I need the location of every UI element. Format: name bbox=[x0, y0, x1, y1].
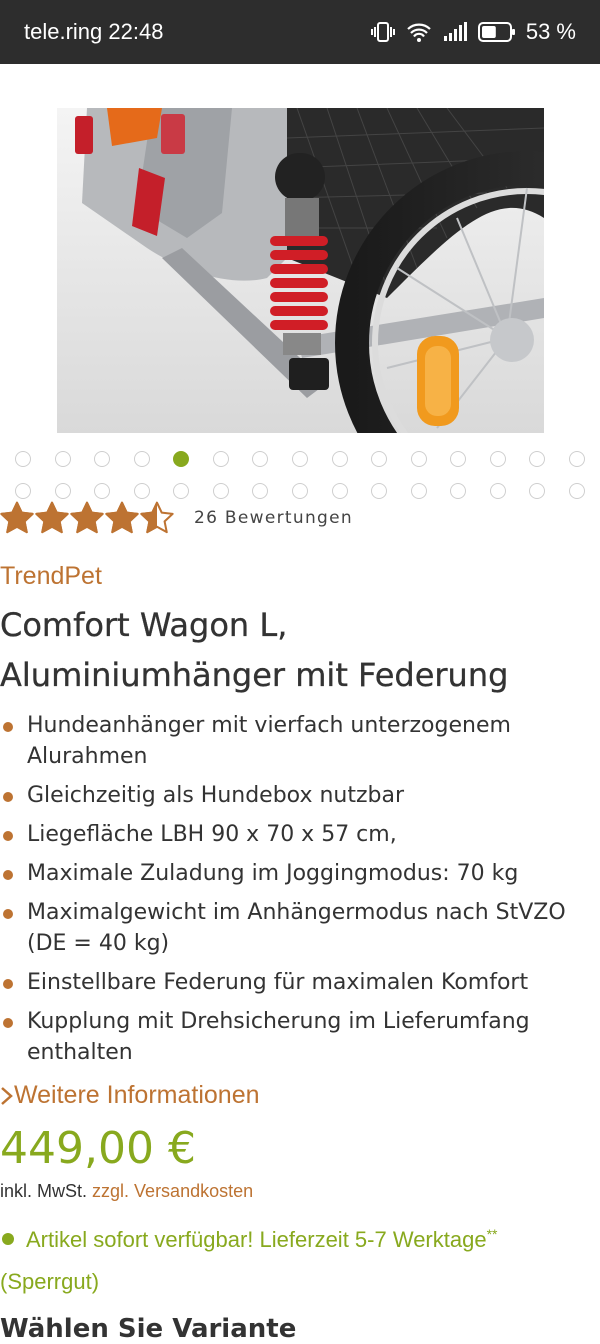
star-rating bbox=[0, 501, 174, 535]
gallery-dot[interactable] bbox=[331, 451, 348, 467]
gallery-dot[interactable] bbox=[54, 451, 71, 467]
gallery-dot[interactable] bbox=[489, 451, 506, 467]
wifi-icon bbox=[406, 21, 432, 43]
star-full-icon bbox=[0, 501, 34, 534]
gallery-dot[interactable] bbox=[529, 483, 546, 499]
bullet-icon bbox=[3, 909, 13, 919]
bullet-icon bbox=[3, 831, 13, 841]
gallery-dot[interactable] bbox=[371, 483, 388, 499]
availability-info: Artikel sofort verfügbar! Lieferzeit 5-7… bbox=[0, 1213, 600, 1303]
feature-text: Maximale Zuladung im Joggingmodus: 70 kg bbox=[27, 861, 519, 886]
gallery-dot[interactable] bbox=[133, 451, 150, 467]
feature-item: Maximale Zuladung im Joggingmodus: 70 kg bbox=[0, 858, 600, 889]
gallery-dot[interactable] bbox=[252, 451, 269, 467]
gallery-dot[interactable] bbox=[410, 451, 427, 467]
star-half-icon bbox=[140, 501, 174, 534]
shipping-costs-link[interactable]: zzgl. Versandkosten bbox=[92, 1181, 253, 1201]
gallery-dot[interactable] bbox=[133, 483, 150, 499]
gallery-dot[interactable] bbox=[212, 483, 229, 499]
signal-icon bbox=[442, 21, 468, 43]
gallery-dot[interactable] bbox=[331, 483, 348, 499]
gallery-dot[interactable] bbox=[568, 451, 585, 467]
battery-percent: 53 % bbox=[525, 19, 576, 44]
rating-summary[interactable]: 26 Bewertungen bbox=[0, 500, 353, 536]
feature-list: Hundeanhänger mit vierfach unterzogenem … bbox=[0, 710, 600, 1076]
gallery-dot[interactable] bbox=[450, 483, 467, 499]
bullet-icon bbox=[3, 979, 13, 989]
availability-footnote-mark: ** bbox=[486, 1226, 498, 1242]
star-full-icon bbox=[35, 501, 69, 534]
product-image[interactable] bbox=[57, 108, 544, 433]
chevron-right-icon bbox=[0, 1085, 14, 1107]
gallery-dot[interactable] bbox=[450, 451, 467, 467]
feature-text: Einstellbare Federung für maximalen Komf… bbox=[27, 970, 529, 995]
feature-item: Gleichzeitig als Hundebox nutzbar bbox=[0, 780, 600, 811]
gallery-dot[interactable] bbox=[252, 483, 269, 499]
gallery-dot[interactable] bbox=[212, 451, 229, 467]
availability-note: (Sperrgut) bbox=[0, 1269, 100, 1294]
star-full-icon bbox=[70, 501, 104, 534]
gallery-dot-active[interactable] bbox=[173, 451, 190, 467]
availability-dot-icon bbox=[2, 1233, 14, 1245]
feature-item: Liegefläche LBH 90 x 70 x 57 cm, bbox=[0, 819, 600, 850]
status-icons: 53 % bbox=[370, 19, 576, 45]
availability-text: Artikel sofort verfügbar! Lieferzeit 5-7… bbox=[26, 1227, 487, 1252]
bullet-icon bbox=[3, 870, 13, 880]
gallery-dot[interactable] bbox=[15, 451, 31, 467]
feature-text: Gleichzeitig als Hundebox nutzbar bbox=[27, 783, 405, 808]
feature-item: Kupplung mit Drehsicherung im Lieferumfa… bbox=[0, 1006, 600, 1068]
gallery-dot[interactable] bbox=[291, 451, 308, 467]
product-title-line-2: Aluminiumhänger mit Federung bbox=[0, 656, 509, 694]
product-price: 449,00 € bbox=[0, 1123, 196, 1174]
gallery-dot[interactable] bbox=[410, 483, 427, 499]
feature-item: Maximalgewicht im Anhängermodus nach StV… bbox=[0, 897, 600, 959]
gallery-dot[interactable] bbox=[291, 483, 308, 499]
brand-link[interactable]: TrendPet bbox=[0, 562, 102, 591]
gallery-dot[interactable] bbox=[15, 483, 31, 499]
product-title: Comfort Wagon L, Aluminiumhänger mit Fed… bbox=[0, 600, 590, 700]
vibrate-icon bbox=[370, 21, 396, 43]
feature-item: Einstellbare Federung für maximalen Komf… bbox=[0, 967, 600, 998]
gallery-dot[interactable] bbox=[529, 451, 546, 467]
more-info-label: Weitere Informationen bbox=[14, 1081, 260, 1109]
carrier-time: tele.ring 22:48 bbox=[24, 19, 164, 44]
gallery-dot[interactable] bbox=[94, 451, 111, 467]
gallery-dots-row-2 bbox=[15, 483, 585, 499]
gallery-dot[interactable] bbox=[568, 483, 585, 499]
bullet-icon bbox=[3, 792, 13, 802]
bullet-icon bbox=[3, 722, 13, 732]
feature-item: Hundeanhänger mit vierfach unterzogenem … bbox=[0, 710, 600, 772]
feature-text: Hundeanhänger mit vierfach unterzogenem … bbox=[27, 713, 511, 769]
product-title-line-1: Comfort Wagon L, bbox=[0, 606, 288, 644]
feature-text: Kupplung mit Drehsicherung im Lieferumfa… bbox=[27, 1009, 530, 1065]
gallery-dot[interactable] bbox=[54, 483, 71, 499]
battery-icon bbox=[477, 21, 516, 43]
feature-text: Liegefläche LBH 90 x 70 x 57 cm, bbox=[27, 822, 397, 847]
tax-included: inkl. MwSt. bbox=[0, 1181, 88, 1201]
trailer-photo bbox=[57, 108, 544, 433]
feature-text: Maximalgewicht im Anhängermodus nach StV… bbox=[27, 900, 566, 956]
bullet-icon bbox=[3, 1018, 13, 1028]
star-full-icon bbox=[105, 501, 139, 534]
gallery-dots-row-1 bbox=[15, 451, 585, 467]
tax-note: inkl. MwSt. zzgl. Versandkosten bbox=[0, 1181, 253, 1202]
gallery-dot[interactable] bbox=[489, 483, 506, 499]
gallery-dot[interactable] bbox=[371, 451, 388, 467]
status-bar: tele.ring 22:48 53 % bbox=[0, 0, 600, 64]
variant-heading: Wählen Sie Variante bbox=[0, 1314, 297, 1344]
gallery-dot[interactable] bbox=[94, 483, 111, 499]
review-count[interactable]: 26 Bewertungen bbox=[194, 508, 353, 528]
gallery-dot[interactable] bbox=[173, 483, 190, 499]
more-info-link[interactable]: Weitere Informationen bbox=[0, 1081, 260, 1110]
